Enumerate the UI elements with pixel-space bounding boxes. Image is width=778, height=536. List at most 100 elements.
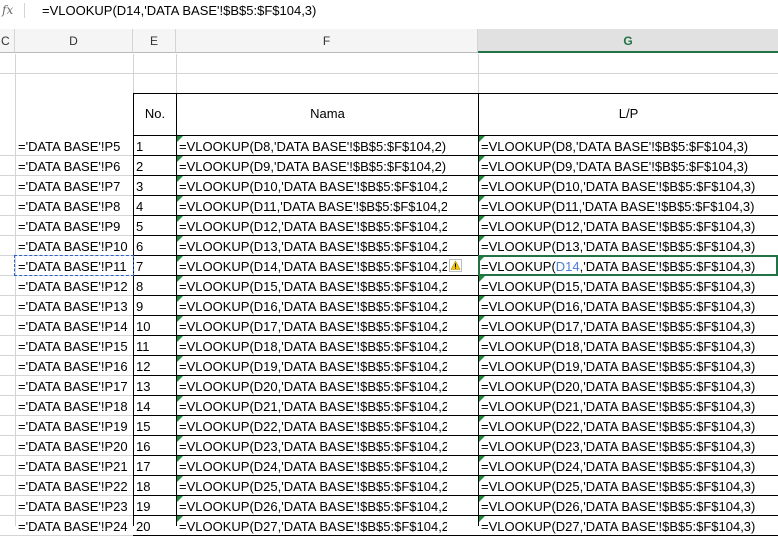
cell-nama-formula[interactable]: =VLOOKUP(D18,'DATA BASE'!$B$5:$F$104,2) — [179, 337, 447, 356]
error-indicator-icon — [177, 476, 183, 482]
cell-d[interactable]: ='DATA BASE'!P15 — [18, 337, 132, 356]
cell-no[interactable]: 19 — [136, 497, 174, 516]
cell-d[interactable]: ='DATA BASE'!P14 — [18, 317, 132, 336]
cell-no[interactable]: 13 — [136, 377, 174, 396]
cell-lp-formula[interactable]: =VLOOKUP(D8,'DATA BASE'!$B$5:$F$104,3) — [481, 137, 777, 156]
cell-nama-formula[interactable]: =VLOOKUP(D8,'DATA BASE'!$B$5:$F$104,2) — [179, 137, 447, 156]
cell-nama-formula[interactable]: =VLOOKUP(D10,'DATA BASE'!$B$5:$F$104,2) — [179, 177, 447, 196]
cell-no[interactable]: 2 — [136, 157, 174, 176]
column-header-d[interactable]: D — [15, 29, 133, 53]
cell-lp-formula[interactable]: =VLOOKUP(D27,'DATA BASE'!$B$5:$F$104,3) — [481, 517, 777, 536]
cell-no[interactable]: 14 — [136, 397, 174, 416]
cell-no[interactable]: 1 — [136, 137, 174, 156]
column-header-e[interactable]: E — [133, 29, 176, 53]
cell-d[interactable]: ='DATA BASE'!P16 — [18, 357, 132, 376]
cell-lp-formula[interactable]: =VLOOKUP(D21,'DATA BASE'!$B$5:$F$104,3) — [481, 397, 777, 416]
cell-lp-formula[interactable]: =VLOOKUP(D18,'DATA BASE'!$B$5:$F$104,3) — [481, 337, 777, 356]
cell-lp-formula[interactable]: =VLOOKUP(D20,'DATA BASE'!$B$5:$F$104,3) — [481, 377, 777, 396]
formula-input[interactable]: =VLOOKUP(D14,'DATA BASE'!$B$5:$F$104,3) — [42, 0, 316, 21]
cell-no[interactable]: 15 — [136, 417, 174, 436]
cell-nama-formula[interactable]: =VLOOKUP(D11,'DATA BASE'!$B$5:$F$104,2) — [179, 197, 447, 216]
column-header-c[interactable]: C — [0, 29, 15, 53]
cell-no[interactable]: 4 — [136, 197, 174, 216]
formula-bar-divider — [24, 3, 25, 18]
cell-no[interactable]: 18 — [136, 477, 174, 496]
cell-nama-formula[interactable]: =VLOOKUP(D26,'DATA BASE'!$B$5:$F$104,2) — [179, 497, 447, 516]
cell-d[interactable]: ='DATA BASE'!P24 — [18, 517, 132, 536]
table-border — [133, 93, 778, 94]
cell-no[interactable]: 3 — [136, 177, 174, 196]
error-indicator-icon — [177, 336, 183, 342]
cell-d[interactable]: ='DATA BASE'!P21 — [18, 457, 132, 476]
formula-bar[interactable]: fx =VLOOKUP(D14,'DATA BASE'!$B$5:$F$104,… — [0, 0, 778, 22]
cell-lp-formula[interactable]: =VLOOKUP(D10,'DATA BASE'!$B$5:$F$104,3) — [481, 177, 777, 196]
cell-lp-formula[interactable]: =VLOOKUP(D22,'DATA BASE'!$B$5:$F$104,3) — [481, 417, 777, 436]
error-indicator-icon — [177, 176, 183, 182]
cell-nama-formula[interactable]: =VLOOKUP(D27,'DATA BASE'!$B$5:$F$104,2) — [179, 517, 447, 536]
cell-nama-formula[interactable]: =VLOOKUP(D17,'DATA BASE'!$B$5:$F$104,2) — [179, 317, 447, 336]
cell-lp-formula[interactable]: =VLOOKUP(D25,'DATA BASE'!$B$5:$F$104,3) — [481, 477, 777, 496]
cell-nama-formula[interactable]: =VLOOKUP(D20,'DATA BASE'!$B$5:$F$104,2) — [179, 377, 447, 396]
cell-d[interactable]: ='DATA BASE'!P17 — [18, 377, 132, 396]
table-header-nama: Nama — [310, 106, 345, 121]
cell-no[interactable]: 20 — [136, 517, 174, 536]
cell-d[interactable]: ='DATA BASE'!P7 — [18, 177, 132, 196]
cell-d[interactable]: ='DATA BASE'!P22 — [18, 477, 132, 496]
cell-lp-formula[interactable]: =VLOOKUP(D15,'DATA BASE'!$B$5:$F$104,3) — [481, 277, 777, 296]
cell-lp-formula[interactable]: =VLOOKUP(D26,'DATA BASE'!$B$5:$F$104,3) — [481, 497, 777, 516]
cell-nama-formula[interactable]: =VLOOKUP(D12,'DATA BASE'!$B$5:$F$104,2) — [179, 217, 447, 236]
header-gap — [0, 21, 778, 29]
error-indicator-icon — [177, 196, 183, 202]
cell-no[interactable]: 8 — [136, 277, 174, 296]
cell-nama-formula[interactable]: =VLOOKUP(D24,'DATA BASE'!$B$5:$F$104,2) — [179, 457, 447, 476]
cell-d[interactable]: ='DATA BASE'!P18 — [18, 397, 132, 416]
cell-no[interactable]: 7 — [136, 257, 174, 276]
cell-nama-formula[interactable]: =VLOOKUP(D9,'DATA BASE'!$B$5:$F$104,2) — [179, 157, 447, 176]
cell-no[interactable]: 12 — [136, 357, 174, 376]
cell-no[interactable]: 6 — [136, 237, 174, 256]
error-indicator-icon — [177, 516, 183, 522]
cell-nama-formula[interactable]: =VLOOKUP(D21,'DATA BASE'!$B$5:$F$104,2) — [179, 397, 447, 416]
cell-nama-formula[interactable]: =VLOOKUP(D15,'DATA BASE'!$B$5:$F$104,2) — [179, 277, 447, 296]
cell-d[interactable]: ='DATA BASE'!P5 — [18, 137, 132, 156]
cell-no[interactable]: 16 — [136, 437, 174, 456]
cell-nama-formula[interactable]: =VLOOKUP(D19,'DATA BASE'!$B$5:$F$104,2) — [179, 357, 447, 376]
cell-no[interactable]: 5 — [136, 217, 174, 236]
cell-lp-formula[interactable]: =VLOOKUP(D12,'DATA BASE'!$B$5:$F$104,3) — [481, 217, 777, 236]
cell-d[interactable]: ='DATA BASE'!P12 — [18, 277, 132, 296]
error-indicator-icon — [479, 216, 485, 222]
cell-d[interactable]: ='DATA BASE'!P10 — [18, 237, 132, 256]
column-header-g[interactable]: G — [478, 29, 778, 53]
cell-lp-formula[interactable]: =VLOOKUP(D24,'DATA BASE'!$B$5:$F$104,3) — [481, 457, 777, 476]
cell-lp-formula[interactable]: =VLOOKUP(D9,'DATA BASE'!$B$5:$F$104,3) — [481, 157, 777, 176]
cell-d[interactable]: ='DATA BASE'!P9 — [18, 217, 132, 236]
cell-no[interactable]: 9 — [136, 297, 174, 316]
function-icon[interactable]: fx — [2, 1, 20, 19]
cell-lp-formula[interactable]: =VLOOKUP(D17,'DATA BASE'!$B$5:$F$104,3) — [481, 317, 777, 336]
cell-nama-formula[interactable]: =VLOOKUP(D22,'DATA BASE'!$B$5:$F$104,2) — [179, 417, 447, 436]
cell-nama-formula[interactable]: =VLOOKUP(D16,'DATA BASE'!$B$5:$F$104,2) — [179, 297, 447, 316]
cell-d[interactable]: ='DATA BASE'!P8 — [18, 197, 132, 216]
cell-nama-formula[interactable]: =VLOOKUP(D25,'DATA BASE'!$B$5:$F$104,2) — [179, 477, 447, 496]
cell-no[interactable]: 17 — [136, 457, 174, 476]
warning-icon[interactable] — [449, 259, 462, 272]
reference-marquee — [14, 255, 134, 276]
column-header-f[interactable]: F — [176, 29, 478, 53]
cell-d[interactable]: ='DATA BASE'!P13 — [18, 297, 132, 316]
cell-d[interactable]: ='DATA BASE'!P6 — [18, 157, 132, 176]
cell-lp-formula[interactable]: =VLOOKUP(D23,'DATA BASE'!$B$5:$F$104,3) — [481, 437, 777, 456]
cell-nama-formula[interactable]: =VLOOKUP(D14,'DATA BASE'!$B$5:$F$104,2 — [179, 257, 447, 276]
cell-no[interactable]: 10 — [136, 317, 174, 336]
cell-lp-formula[interactable]: =VLOOKUP(D19,'DATA BASE'!$B$5:$F$104,3) — [481, 357, 777, 376]
cell-d[interactable]: ='DATA BASE'!P20 — [18, 437, 132, 456]
error-indicator-icon — [479, 436, 485, 442]
cell-nama-formula[interactable]: =VLOOKUP(D23,'DATA BASE'!$B$5:$F$104,2) — [179, 437, 447, 456]
cell-no[interactable]: 11 — [136, 337, 174, 356]
cell-lp-formula[interactable]: =VLOOKUP(D16,'DATA BASE'!$B$5:$F$104,3) — [481, 297, 777, 316]
cell-d[interactable]: ='DATA BASE'!P23 — [18, 497, 132, 516]
cell-lp-formula[interactable]: =VLOOKUP(D13,'DATA BASE'!$B$5:$F$104,3) — [481, 237, 777, 256]
cell-d[interactable]: ='DATA BASE'!P19 — [18, 417, 132, 436]
cell-nama-formula[interactable]: =VLOOKUP(D13,'DATA BASE'!$B$5:$F$104,2) — [179, 237, 447, 256]
active-cell[interactable] — [478, 255, 778, 276]
cell-lp-formula[interactable]: =VLOOKUP(D11,'DATA BASE'!$B$5:$F$104,3) — [481, 197, 777, 216]
